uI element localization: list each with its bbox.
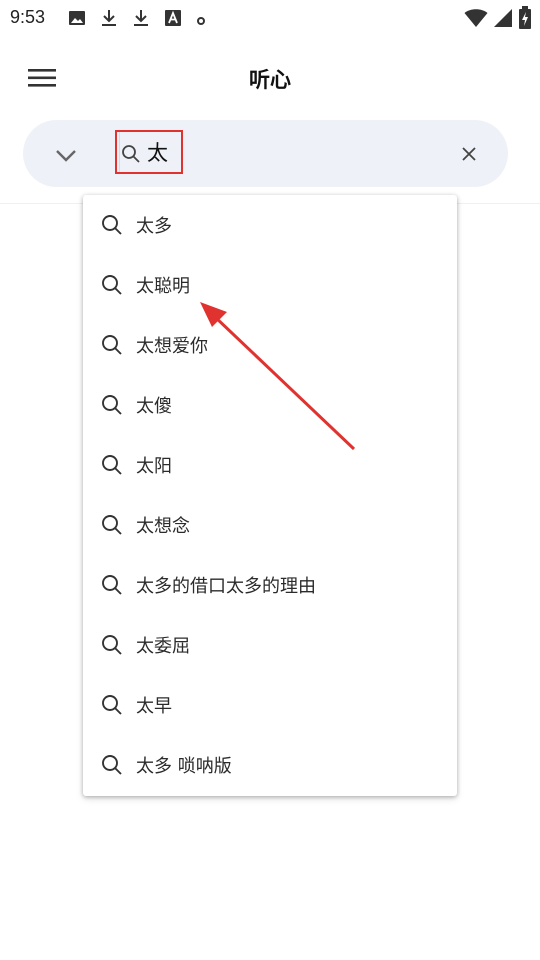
suggestion-item[interactable]: 太聪明 — [83, 255, 457, 315]
status-bar: 9:53 — [0, 0, 540, 36]
search-icon — [121, 144, 141, 164]
app-bar: 听心 — [0, 44, 540, 112]
download-icon — [100, 8, 118, 32]
suggestions-dropdown: 太多 太聪明 太想爱你 太傻 太阳 太想念 太多的借口太多的理由 太委屈 太早 … — [83, 195, 457, 796]
search-icon — [101, 514, 123, 536]
suggestion-label: 太早 — [136, 696, 172, 717]
search-icon — [101, 394, 123, 416]
search-icon — [101, 334, 123, 356]
search-icon — [101, 454, 123, 476]
suggestion-label: 太阳 — [136, 456, 172, 477]
font-a-icon — [164, 9, 182, 31]
chevron-down-icon[interactable] — [51, 140, 81, 170]
search-icon — [101, 274, 123, 296]
suggestion-item[interactable]: 太想爱你 — [83, 315, 457, 375]
dot-icon — [196, 11, 206, 30]
search-query-highlight[interactable] — [115, 130, 183, 174]
status-time: 9:53 — [10, 7, 46, 27]
wifi-icon — [464, 8, 488, 32]
suggestion-item[interactable]: 太想念 — [83, 495, 457, 555]
suggestion-label: 太多 — [136, 216, 172, 237]
search-input[interactable] — [147, 136, 183, 168]
search-bar — [23, 120, 508, 187]
download-icon — [132, 8, 150, 32]
suggestion-label: 太多的借口太多的理由 — [136, 576, 316, 597]
suggestion-item[interactable]: 太阳 — [83, 435, 457, 495]
suggestion-label: 太委屈 — [136, 636, 190, 657]
suggestion-label: 太傻 — [136, 396, 172, 417]
search-icon — [101, 214, 123, 236]
suggestion-label: 太聪明 — [136, 276, 190, 297]
search-icon — [101, 754, 123, 776]
suggestion-item[interactable]: 太多 — [83, 195, 457, 255]
suggestion-item[interactable]: 太多的借口太多的理由 — [83, 555, 457, 615]
screen: 9:53 听心 太 太多 太聪明 太想爱你 太傻 太阳 太想念 太多的借口太多的… — [0, 0, 540, 960]
close-icon[interactable] — [459, 144, 479, 164]
suggestion-item[interactable]: 太多 唢呐版 — [83, 735, 457, 795]
status-icons-left — [68, 8, 220, 32]
suggestion-item[interactable]: 太傻 — [83, 375, 457, 435]
cell-signal-icon — [492, 7, 514, 33]
suggestion-label: 太想念 — [136, 516, 190, 537]
app-title: 听心 — [249, 68, 291, 92]
status-icons-right — [460, 6, 532, 34]
search-icon — [101, 574, 123, 596]
suggestion-label: 太多 唢呐版 — [136, 756, 232, 777]
image-icon — [68, 9, 86, 31]
battery-charging-icon — [518, 6, 532, 34]
suggestion-item[interactable]: 太委屈 — [83, 615, 457, 675]
suggestion-item[interactable]: 太早 — [83, 675, 457, 735]
search-icon — [101, 694, 123, 716]
suggestion-label: 太想爱你 — [136, 336, 208, 357]
search-icon — [101, 634, 123, 656]
